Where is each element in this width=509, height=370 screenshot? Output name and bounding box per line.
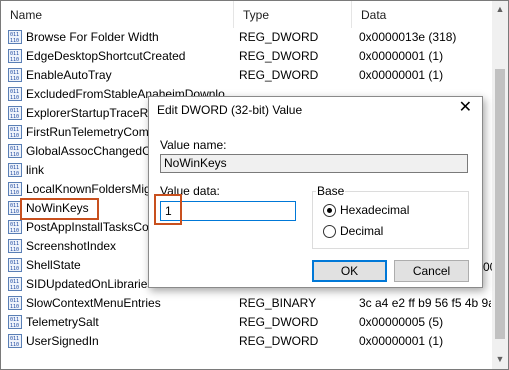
svg-text:110: 110 [10, 342, 19, 348]
registry-binary-value-icon: 011110 [8, 30, 22, 44]
svg-text:110: 110 [10, 152, 19, 158]
svg-text:110: 110 [10, 209, 19, 215]
table-row[interactable]: 011 110 UserSignedIn REG_DWORD 0x00000001 (1… [1, 332, 491, 351]
svg-text:110: 110 [10, 38, 19, 44]
decimal-label[interactable]: Decimal [340, 224, 383, 238]
registry-binary-value-icon: 011110 [8, 87, 22, 101]
svg-text:110: 110 [10, 57, 19, 63]
ok-button[interactable]: OK [312, 260, 387, 282]
registry-binary-value-icon: 011110 [8, 296, 22, 310]
scroll-thumb[interactable] [495, 69, 505, 339]
value-name-field: NoWinKeys [160, 154, 468, 173]
value-name: TelemetrySalt [26, 315, 99, 329]
registry-binary-value-icon: 011110 [8, 220, 22, 234]
svg-text:110: 110 [10, 228, 19, 234]
svg-text:110: 110 [10, 247, 19, 253]
svg-text:110: 110 [10, 323, 19, 329]
value-name: EnableAutoTray [26, 68, 112, 82]
registry-binary-value-icon: 011110 [8, 182, 22, 196]
column-header-type[interactable]: Type [233, 1, 351, 28]
svg-text:110: 110 [10, 95, 19, 101]
value-name: EdgeDesktopShortcutCreated [26, 49, 186, 63]
value-data-label: Value data: [160, 184, 220, 198]
svg-text:110: 110 [10, 190, 19, 196]
value-data: 3c a4 e2 ff b9 56 f5 4b 9a [359, 296, 491, 310]
registry-binary-value-icon: 011110 [8, 277, 22, 291]
vertical-scrollbar[interactable]: ▲ ▼ [492, 1, 508, 369]
registry-values-pane: Name Type Data 011 110 Browse For Folder W… [0, 0, 509, 370]
column-header-name[interactable]: Name [1, 1, 233, 28]
column-header: Name Type Data [1, 1, 491, 28]
svg-text:110: 110 [10, 133, 19, 139]
registry-binary-value-icon: 011110 [8, 163, 22, 177]
table-row[interactable]: 011 110 EdgeDesktopShortcutCreated REG_DWOR… [1, 47, 491, 66]
registry-binary-value-icon: 011110 [8, 201, 22, 215]
registry-binary-value-icon: 011110 [8, 106, 22, 120]
value-data: 0x00000001 (1) [359, 49, 444, 63]
registry-binary-value-icon: 011110 [8, 125, 22, 139]
value-name-label: Value name: [160, 138, 227, 152]
hexadecimal-label[interactable]: Hexadecimal [340, 203, 409, 217]
value-type: REG_DWORD [239, 68, 319, 82]
close-icon[interactable]: ✕ [459, 100, 472, 116]
value-data: 0x00000001 (1) [359, 334, 444, 348]
cancel-button[interactable]: Cancel [394, 260, 469, 282]
registry-binary-value-icon: 011110 [8, 49, 22, 63]
registry-binary-value-icon: 011110 [8, 68, 22, 82]
value-type: REG_DWORD [239, 315, 319, 329]
table-row[interactable]: 011 110 TelemetrySalt REG_DWORD 0x00000005 (… [1, 313, 491, 332]
value-type: REG_BINARY [239, 296, 317, 310]
column-header-data[interactable]: Data [351, 1, 491, 28]
decimal-radio[interactable] [323, 225, 336, 238]
registry-binary-value-icon: 011110 [8, 258, 22, 272]
hexadecimal-radio[interactable] [323, 204, 336, 217]
value-data-input[interactable] [160, 201, 296, 221]
value-data: 0x0000013e (318) [359, 30, 457, 44]
svg-text:110: 110 [10, 285, 19, 291]
value-name: Browse For Folder Width [26, 30, 159, 44]
scroll-up-arrow-icon[interactable]: ▲ [492, 1, 508, 17]
base-label: Base [316, 184, 346, 198]
svg-text:110: 110 [10, 304, 19, 310]
table-row[interactable]: 011 110 SlowContextMenuEntries REG_BINARY 3c… [1, 294, 491, 313]
value-data: 0x00000001 (1) [359, 68, 444, 82]
scroll-down-arrow-icon[interactable]: ▼ [492, 351, 508, 367]
registry-binary-value-icon: 011110 [8, 144, 22, 158]
svg-text:110: 110 [10, 266, 19, 272]
registry-binary-value-icon: 011110 [8, 315, 22, 329]
edit-dword-dialog: Edit DWORD (32-bit) Value ✕ Value name: … [148, 96, 483, 288]
base-group [312, 191, 469, 249]
value-data: 0x00000005 (5) [359, 315, 444, 329]
value-name: UserSignedIn [26, 334, 99, 348]
table-row[interactable]: 011 110 Browse For Folder Width REG_DWORD 0x… [1, 28, 491, 47]
value-type: REG_DWORD [239, 49, 319, 63]
value-type: REG_DWORD [239, 30, 319, 44]
svg-text:110: 110 [10, 114, 19, 120]
dialog-title: Edit DWORD (32-bit) Value [157, 103, 303, 117]
svg-text:110: 110 [10, 76, 19, 82]
value-type: REG_DWORD [239, 334, 319, 348]
registry-binary-value-icon: 011110 [8, 334, 22, 348]
value-name: SlowContextMenuEntries [26, 296, 161, 310]
table-row[interactable]: 011 110 EnableAutoTray REG_DWORD 0x00000001 … [1, 66, 491, 85]
svg-text:110: 110 [10, 171, 19, 177]
registry-binary-value-icon: 011110 [8, 239, 22, 253]
